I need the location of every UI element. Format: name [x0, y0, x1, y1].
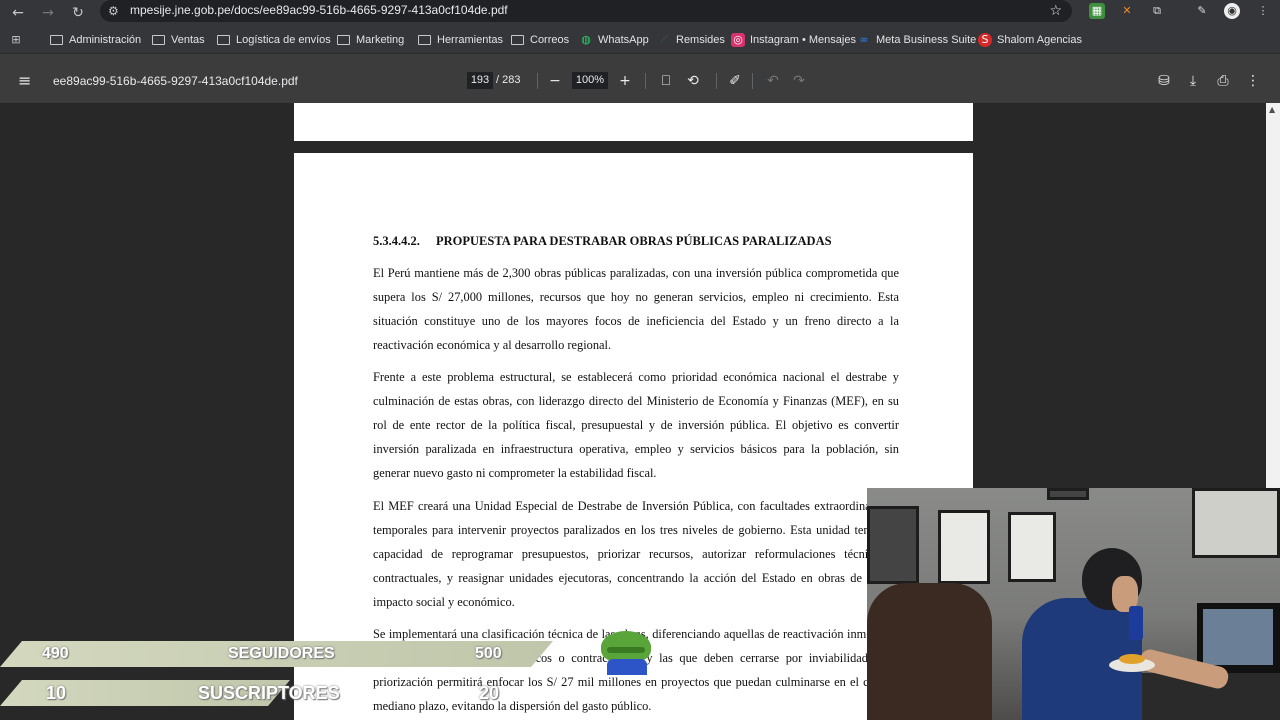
rotate-icon[interactable]: ⟲: [683, 71, 703, 91]
browser-menu-icon[interactable]: ⋮: [1255, 3, 1271, 19]
divider: [537, 73, 538, 89]
monitor-screen: [1203, 609, 1273, 665]
followers-goal: 500: [475, 645, 502, 662]
chair: [867, 583, 992, 720]
bookmark-label: Remsides: [676, 34, 725, 46]
bookmark-marketing[interactable]: Marketing: [337, 26, 404, 54]
instagram-icon: ◎: [731, 33, 745, 47]
paragraph: El MEF creará una Unidad Especial de Des…: [373, 499, 899, 610]
bookmark-correos[interactable]: Correos: [511, 26, 569, 54]
meta-icon: ∞: [859, 33, 869, 46]
pdf-toolbar: ≡ ee89ac99-516b-4665-9297-413a0cf104de.p…: [0, 60, 1280, 103]
shalom-icon: S: [978, 33, 992, 47]
bookmark-label: Herramientas: [437, 34, 504, 46]
wall-poster: [1047, 488, 1089, 500]
edit-icon[interactable]: ✎: [1194, 3, 1210, 19]
save-to-drive-icon[interactable]: ⛁: [1154, 71, 1174, 91]
webcam-feed: [867, 488, 1280, 720]
wall-poster: [938, 510, 990, 584]
bookmark-remsides[interactable]: ⟋ Remsides: [657, 26, 725, 54]
bookmark-meta[interactable]: ∞ Meta Business Suite: [857, 26, 976, 54]
divider: [716, 73, 717, 89]
apps-icon[interactable]: ⊞: [9, 26, 28, 54]
more-options-icon[interactable]: ⋮: [1243, 71, 1263, 91]
folder-icon: [50, 35, 63, 45]
extensions-puzzle-icon[interactable]: ⧉: [1149, 3, 1165, 19]
subscribers-goal: 20: [479, 683, 500, 703]
bookmark-label: Marketing: [356, 34, 405, 46]
food: [1119, 654, 1145, 664]
download-icon[interactable]: ⤓: [1183, 71, 1203, 91]
bookmark-ventas[interactable]: Ventas: [152, 26, 205, 54]
bookmark-shalom[interactable]: S Shalom Agencias: [978, 26, 1082, 54]
frog-mouth: [607, 647, 645, 653]
folder-icon: [217, 35, 230, 45]
frog-shirt: [607, 659, 647, 675]
wall-poster: [1008, 512, 1056, 582]
address-bar[interactable]: ⚙ mpesije.jne.gob.pe/docs/ee89ac99-516b-…: [100, 0, 1072, 22]
bookmark-label: Logística de envíos: [236, 34, 331, 46]
folder-icon: [337, 35, 350, 45]
zoom-in-icon[interactable]: +: [615, 71, 635, 91]
bookmark-label: Instagram • Mensajes: [750, 34, 856, 46]
followers-current: 490: [42, 645, 69, 662]
soda-can: [1129, 606, 1143, 640]
bookmark-label: WhatsApp: [598, 34, 649, 46]
back-icon[interactable]: ←: [7, 2, 29, 24]
pdf-page-previous: [294, 103, 973, 141]
bookmark-administracion[interactable]: Administración: [50, 26, 141, 54]
wall-poster: [1192, 488, 1280, 558]
paragraph: Frente a este problema estructural, se e…: [373, 370, 899, 481]
forward-icon[interactable]: →: [37, 2, 59, 24]
bookmark-label: Meta Business Suite: [876, 34, 977, 46]
divider: [752, 73, 753, 89]
zoom-out-icon[interactable]: −: [545, 71, 565, 91]
page-total: / 283: [496, 74, 521, 86]
bookmark-label: Administración: [69, 34, 142, 46]
redo-icon[interactable]: ↷: [789, 71, 809, 91]
site-info-icon[interactable]: ⚙: [108, 0, 119, 22]
bookmark-label: Correos: [530, 34, 570, 46]
reload-icon[interactable]: ↻: [67, 2, 89, 24]
followers-label: SEGUIDORES: [228, 645, 335, 662]
scroll-up-icon[interactable]: ▲: [1269, 105, 1275, 114]
wall-poster: [867, 506, 919, 584]
bookmark-herramientas[interactable]: Herramientas: [418, 26, 503, 54]
bookmark-label: Shalom Agencias: [997, 34, 1082, 46]
subscribers-current: 10: [46, 683, 67, 703]
browser-toolbar: ← → ↻ ⚙ mpesije.jne.gob.pe/docs/ee89ac99…: [0, 0, 1280, 26]
fit-page-icon[interactable]: ⎕: [656, 71, 676, 91]
divider: [645, 73, 646, 89]
section-heading: 5.3.4.4.2. PROPUESTA PARA DESTRABAR OBRAS…: [373, 234, 832, 249]
folder-icon: [511, 35, 524, 45]
url-text: mpesije.jne.gob.pe/docs/ee89ac99-516b-46…: [130, 3, 508, 17]
folder-icon: [152, 35, 165, 45]
profile-avatar[interactable]: ◉: [1224, 3, 1240, 19]
bookmark-label: Ventas: [171, 34, 205, 46]
subscribers-label: SUSCRIPTORES: [198, 683, 340, 703]
bookmarks-bar: ⊞ Administración Ventas Logística de env…: [0, 26, 1280, 54]
bookmark-whatsapp[interactable]: ◍ WhatsApp: [579, 26, 649, 54]
page-number-input[interactable]: 193: [467, 72, 493, 89]
bookmark-logistica[interactable]: Logística de envíos: [217, 26, 331, 54]
remsides-icon: ⟋: [660, 33, 668, 46]
undo-icon[interactable]: ↶: [763, 71, 783, 91]
pdf-filename: ee89ac99-516b-4665-9297-413a0cf104de.pdf: [53, 74, 298, 88]
folder-icon: [418, 35, 431, 45]
bookmark-instagram[interactable]: ◎ Instagram • Mensajes: [731, 26, 856, 54]
extension-orange-icon[interactable]: ✕: [1119, 3, 1135, 19]
zoom-input[interactable]: 100%: [572, 72, 608, 89]
section-number: 5.3.4.4.2.: [373, 234, 420, 248]
paragraph: El Perú mantiene más de 2,300 obras públ…: [373, 266, 899, 353]
whatsapp-icon: ◍: [581, 33, 591, 46]
frog-emote-icon: [597, 627, 655, 677]
bookmark-star-icon[interactable]: ☆: [1049, 0, 1062, 22]
extension-green-icon[interactable]: ▦: [1089, 3, 1105, 19]
pdf-menu-icon[interactable]: ≡: [18, 70, 31, 92]
section-title: PROPUESTA PARA DESTRABAR OBRAS PÚBLICAS …: [436, 234, 832, 248]
annotate-icon[interactable]: ✐: [725, 71, 745, 91]
print-icon[interactable]: ⎙: [1213, 71, 1233, 91]
